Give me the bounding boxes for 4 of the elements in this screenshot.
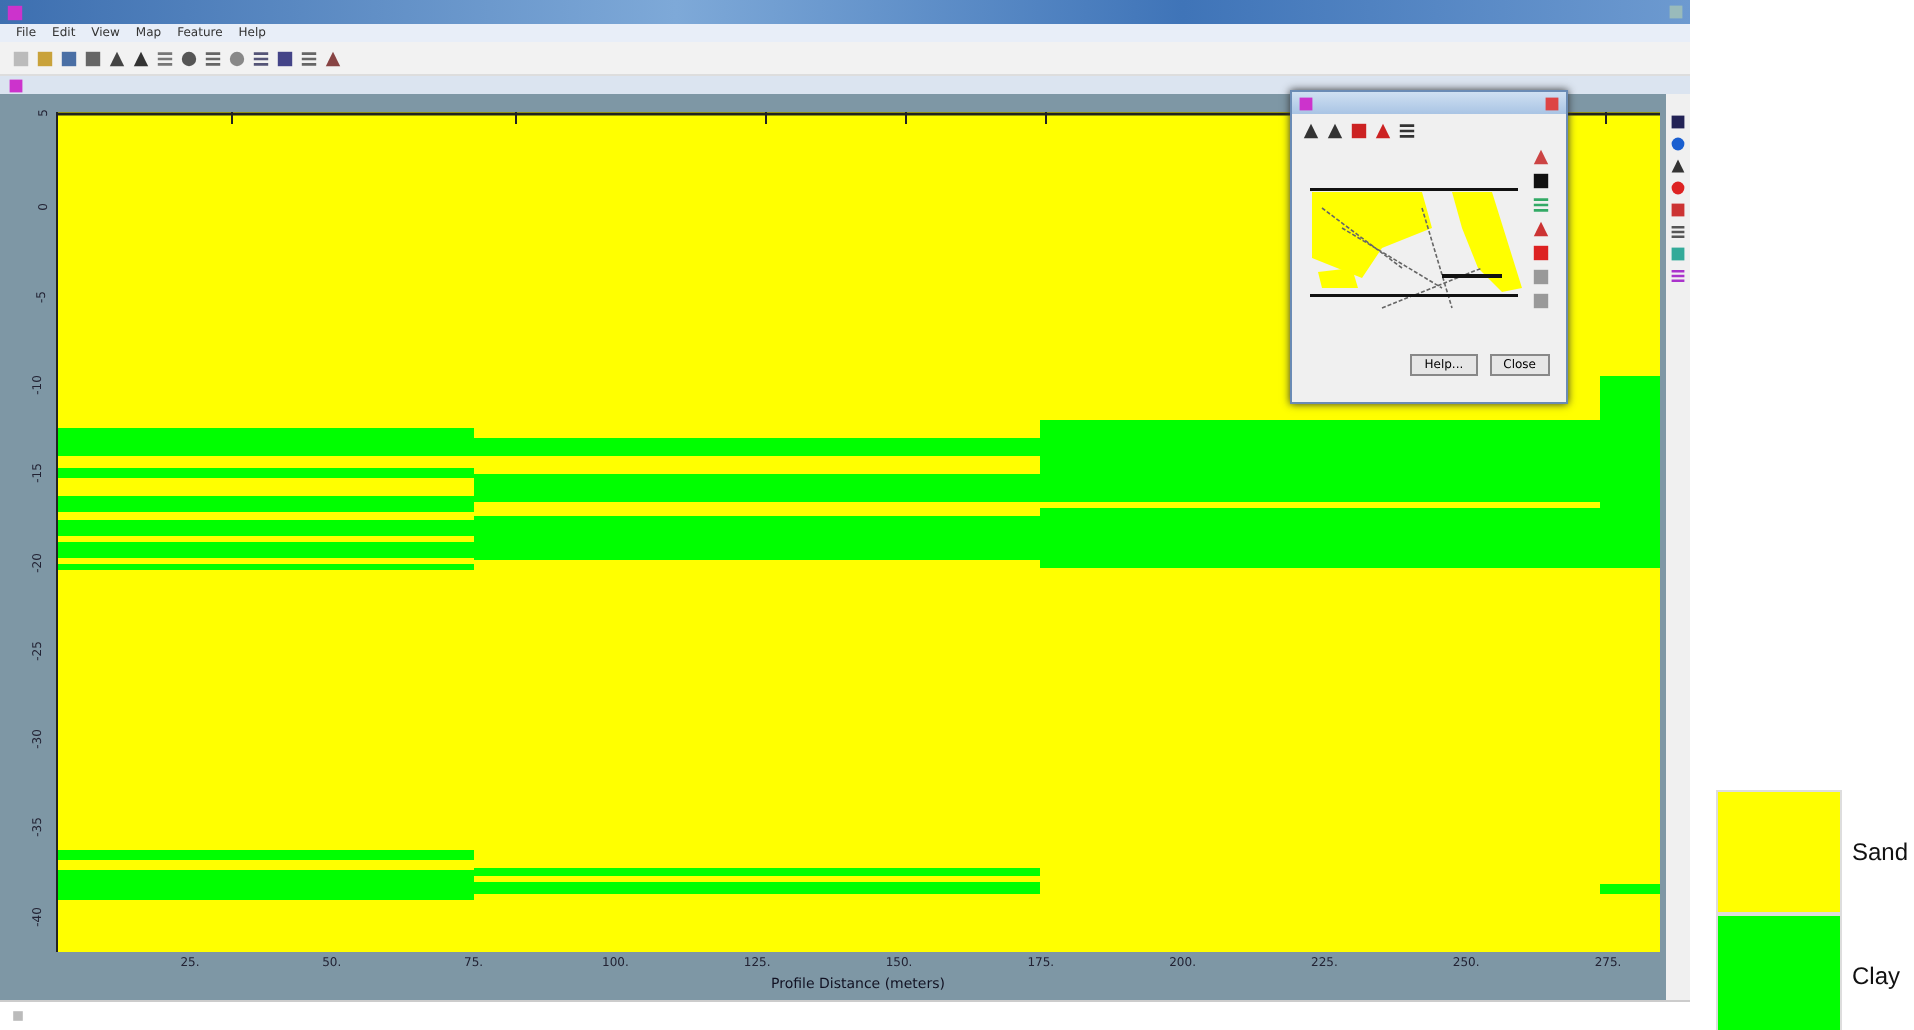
app-icon[interactable] xyxy=(8,77,24,93)
legend-label: Sand xyxy=(1852,838,1909,866)
app-icon[interactable] xyxy=(1298,95,1314,111)
legend-label: Clay xyxy=(1852,962,1901,990)
